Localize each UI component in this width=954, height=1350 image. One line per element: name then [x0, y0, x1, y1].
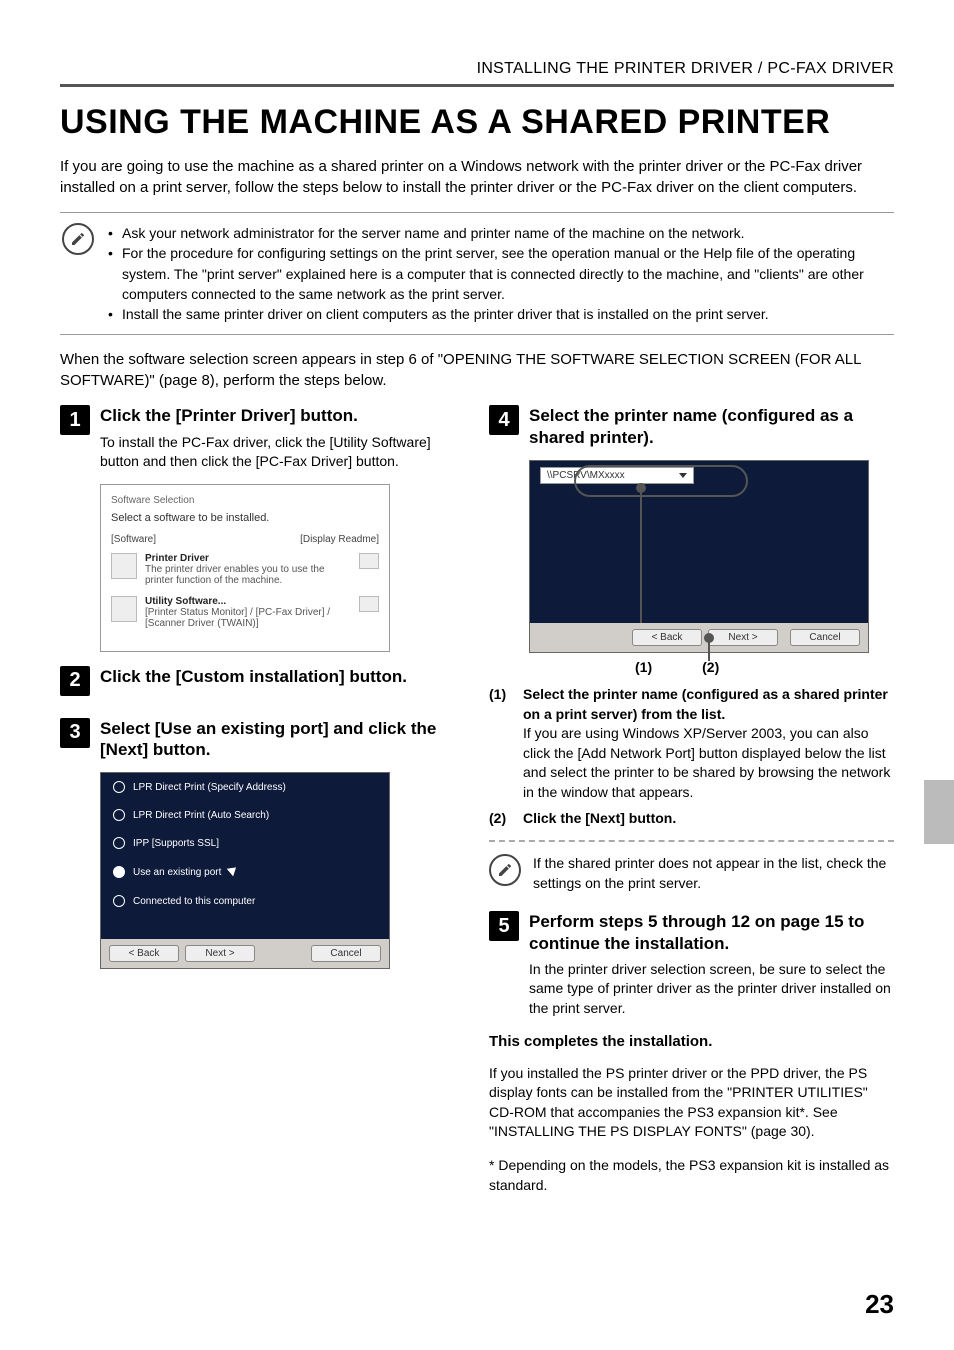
- next-button[interactable]: Next >: [708, 629, 778, 646]
- step-title: Perform steps 5 through 12 on page 15 to…: [529, 911, 894, 954]
- radio-lpr-specify[interactable]: LPR Direct Print (Specify Address): [101, 773, 389, 801]
- mini-note: If the shared printer does not appear in…: [489, 854, 894, 893]
- utility-icon: [111, 596, 137, 622]
- note-box: •Ask your network administrator for the …: [60, 212, 894, 335]
- dialog-title: Software Selection: [111, 495, 194, 506]
- completion-body: If you installed the PS printer driver o…: [489, 1064, 894, 1142]
- note-item: •Ask your network administrator for the …: [108, 223, 892, 243]
- page-number: 23: [865, 1289, 894, 1320]
- cancel-button[interactable]: Cancel: [311, 945, 381, 962]
- radio-lpr-auto[interactable]: LPR Direct Print (Auto Search): [101, 801, 389, 829]
- note-item: •Install the same printer driver on clie…: [108, 304, 892, 324]
- radio-ipp[interactable]: IPP [Supports SSL]: [101, 829, 389, 857]
- radio-use-existing-port[interactable]: Use an existing port: [101, 857, 389, 887]
- intro-paragraph: If you are going to use the machine as a…: [60, 156, 894, 198]
- header-rule: [60, 84, 894, 87]
- printer-driver-row[interactable]: Printer Driver The printer driver enable…: [111, 553, 379, 586]
- pencil-note-icon: [62, 223, 94, 255]
- step-title: Click the [Printer Driver] button.: [100, 405, 465, 426]
- note-item: •For the procedure for configuring setti…: [108, 243, 892, 304]
- page-title: USING THE MACHINE AS A SHARED PRINTER: [60, 103, 894, 142]
- edge-tab: [924, 780, 954, 844]
- step-number: 1: [60, 405, 90, 435]
- pencil-note-icon: [489, 854, 521, 886]
- printer-icon: [111, 553, 137, 579]
- cursor-icon: [229, 865, 239, 879]
- lead-paragraph: When the software selection screen appea…: [60, 349, 894, 391]
- next-button[interactable]: Next >: [185, 945, 255, 962]
- step-title: Select [Use an existing port] and click …: [100, 718, 465, 761]
- dialog-prompt: Select a software to be installed.: [111, 512, 379, 524]
- step-subtext: In the printer driver selection screen, …: [529, 960, 894, 1019]
- step-title: Click the [Custom installation] button.: [100, 666, 465, 687]
- port-selection-dialog: LPR Direct Print (Specify Address) LPR D…: [100, 772, 390, 969]
- completion-heading: This completes the installation.: [489, 1033, 894, 1050]
- footnote: * Depending on the models, the PS3 expan…: [489, 1156, 894, 1195]
- step-number: 4: [489, 405, 519, 435]
- back-button[interactable]: < Back: [632, 629, 702, 646]
- utility-software-row[interactable]: Utility Software... [Printer Status Moni…: [111, 596, 379, 629]
- cancel-button[interactable]: Cancel: [790, 629, 860, 646]
- sublist-item: (2) Click the [Next] button.: [489, 809, 894, 829]
- go-icon[interactable]: [359, 596, 379, 612]
- section-header: INSTALLING THE PRINTER DRIVER / PC-FAX D…: [60, 60, 894, 78]
- step-number: 3: [60, 718, 90, 748]
- link-display-readme[interactable]: [Display Readme]: [300, 534, 379, 545]
- printer-select-dialog: \\PCSRV\MXxxxx < Back Next > Cancel: [529, 460, 869, 653]
- go-icon[interactable]: [359, 553, 379, 569]
- highlight-rounded-icon: [574, 465, 748, 497]
- dashed-divider: [489, 840, 894, 842]
- step-number: 5: [489, 911, 519, 941]
- back-button[interactable]: < Back: [109, 945, 179, 962]
- step-subtext: To install the PC-Fax driver, click the …: [100, 433, 465, 472]
- step-number: 2: [60, 666, 90, 696]
- callout-label: (2): [702, 659, 719, 675]
- step-title: Select the printer name (configured as a…: [529, 405, 894, 448]
- software-selection-dialog: Software Selection Select a software to …: [100, 484, 390, 652]
- link-software[interactable]: [Software]: [111, 534, 156, 545]
- callout-label: (1): [635, 659, 652, 675]
- sublist-item: (1) Select the printer name (configured …: [489, 685, 894, 803]
- radio-connected-to-computer[interactable]: Connected to this computer: [101, 887, 389, 915]
